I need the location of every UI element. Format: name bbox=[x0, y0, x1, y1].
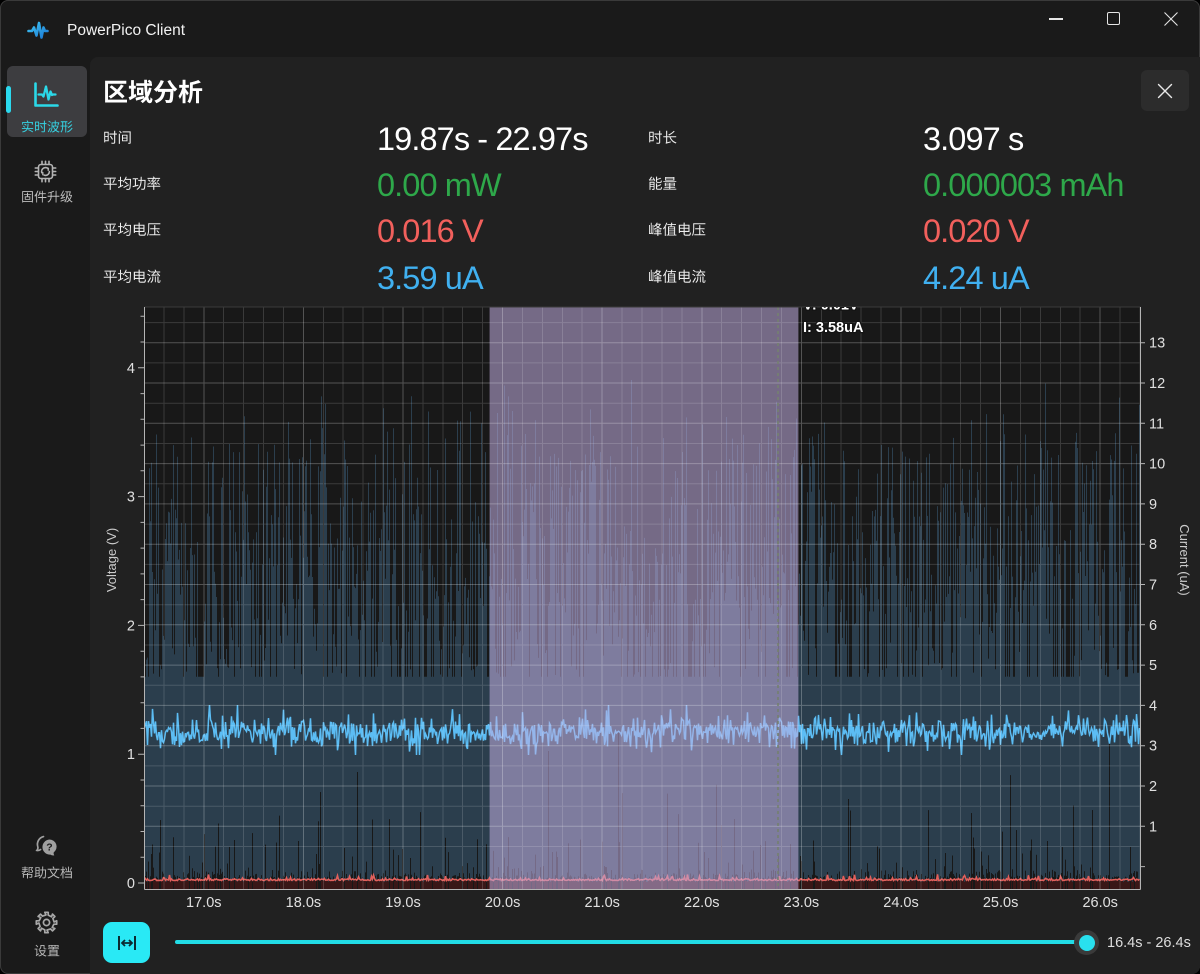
svg-text:2: 2 bbox=[1149, 779, 1157, 795]
svg-text:20.0s: 20.0s bbox=[485, 895, 520, 911]
svg-text:10: 10 bbox=[1149, 457, 1165, 473]
svg-text:4: 4 bbox=[127, 361, 135, 377]
svg-text:0: 0 bbox=[127, 876, 135, 892]
svg-text:7: 7 bbox=[1149, 578, 1157, 594]
svg-text:9: 9 bbox=[1149, 497, 1157, 513]
svg-text:V: 0.01V: V: 0.01V bbox=[803, 298, 859, 314]
svg-text:3: 3 bbox=[1149, 739, 1157, 755]
svg-text:21.0s: 21.0s bbox=[584, 895, 619, 911]
svg-text:22.0s: 22.0s bbox=[684, 895, 719, 911]
svg-text:23.0s: 23.0s bbox=[784, 895, 819, 911]
svg-text:2: 2 bbox=[127, 618, 135, 634]
svg-text:17.0s: 17.0s bbox=[186, 895, 221, 911]
svg-text:1: 1 bbox=[1149, 819, 1157, 835]
svg-text:Voltage (V): Voltage (V) bbox=[104, 528, 119, 592]
svg-text:24.0s: 24.0s bbox=[883, 895, 918, 911]
svg-text:?: ? bbox=[46, 842, 52, 854]
svg-text:6: 6 bbox=[1149, 618, 1157, 634]
svg-text:13: 13 bbox=[1149, 336, 1165, 352]
svg-text:8: 8 bbox=[1149, 537, 1157, 553]
svg-text:5: 5 bbox=[1149, 658, 1157, 674]
svg-text:3: 3 bbox=[127, 490, 135, 506]
svg-text:11: 11 bbox=[1149, 416, 1164, 432]
svg-text:19.0s: 19.0s bbox=[385, 895, 420, 911]
svg-text:I: 3.58uA: I: 3.58uA bbox=[803, 320, 864, 336]
svg-text:18.0s: 18.0s bbox=[286, 895, 321, 911]
svg-text:Current (uA): Current (uA) bbox=[1177, 524, 1192, 596]
svg-text:12: 12 bbox=[1149, 376, 1165, 392]
svg-text:4: 4 bbox=[1149, 698, 1157, 714]
svg-text:1: 1 bbox=[127, 747, 135, 763]
svg-text:25.0s: 25.0s bbox=[983, 895, 1018, 911]
svg-text:26.0s: 26.0s bbox=[1082, 895, 1117, 911]
